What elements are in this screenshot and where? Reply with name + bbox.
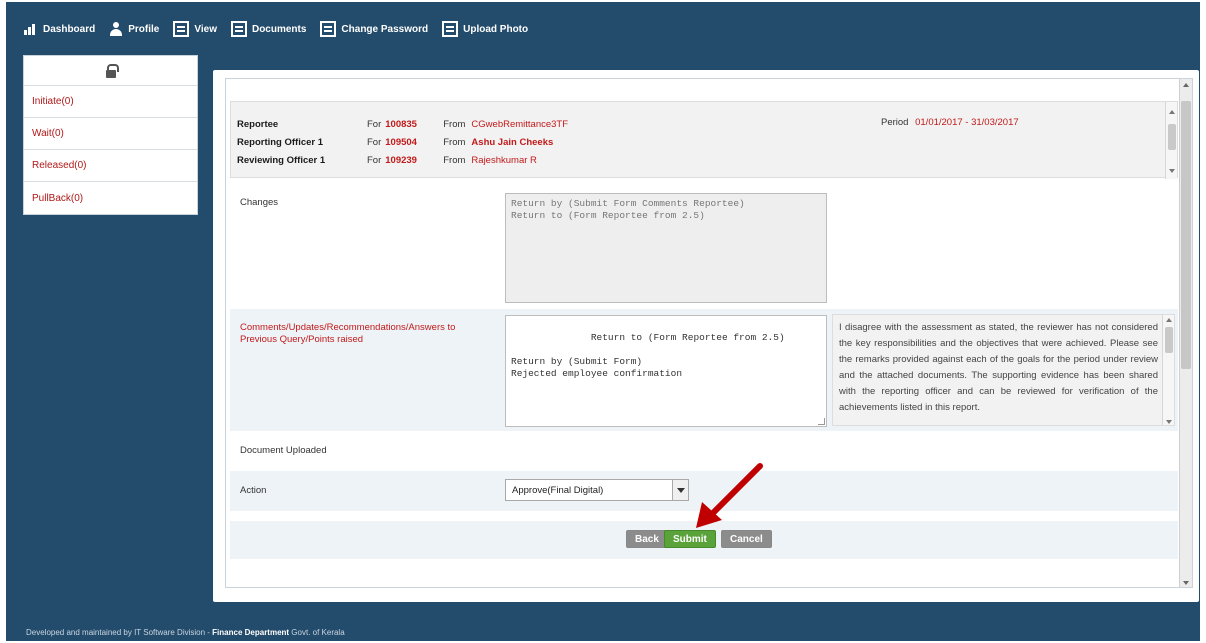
bar-chart-icon xyxy=(24,23,38,35)
reporting-officer-label: Reporting Officer 1 xyxy=(237,136,324,148)
footer-text: Developed and maintained by IT Software … xyxy=(26,628,213,637)
sidebar-item-pullback[interactable]: PullBack(0) xyxy=(24,182,197,214)
previous-remarks-box: I disagree with the assessment as stated… xyxy=(832,314,1175,426)
scroll-down-icon[interactable] xyxy=(1183,581,1189,585)
reviewing-officer-label: Reviewing Officer 1 xyxy=(237,154,326,166)
scroll-down-icon[interactable] xyxy=(1169,169,1175,173)
reportee-name: CGwebRemittance3TF xyxy=(471,118,569,130)
action-label: Action xyxy=(240,485,267,496)
for-label: For xyxy=(367,154,382,166)
action-select[interactable]: Approve(Final Digital) xyxy=(505,479,689,501)
nav-label: Upload Photo xyxy=(463,23,529,35)
app-shell: Dashboard Profile View Documents Change … xyxy=(6,2,1200,641)
reportee-code: 100835 xyxy=(385,118,417,130)
document-uploaded-label: Document Uploaded xyxy=(240,445,327,456)
reportee-info-box: Reportee For 100835 From CGwebRemittance… xyxy=(230,101,1178,179)
previous-remarks-text: I disagree with the assessment as stated… xyxy=(839,322,1158,413)
top-nav: Dashboard Profile View Documents Change … xyxy=(24,14,542,44)
period-value: 01/01/2017 - 31/03/2017 xyxy=(915,117,1019,128)
changes-row: Changes Return by (Submit Form Comments … xyxy=(230,183,1178,309)
sidebar-header xyxy=(24,56,197,86)
annotation-arrow-icon xyxy=(696,463,763,528)
main-scrollbar[interactable] xyxy=(1179,79,1192,587)
reporting-officer-code: 109504 xyxy=(385,136,417,148)
nav-label: Documents xyxy=(251,23,307,35)
person-icon xyxy=(109,22,123,36)
comments-row: Comments/Updates/Recommendations/Answers… xyxy=(230,309,1178,431)
scroll-up-icon[interactable] xyxy=(1183,83,1189,87)
page: Dashboard Profile View Documents Change … xyxy=(0,0,1206,643)
nav-profile[interactable]: Profile xyxy=(109,22,159,36)
reviewing-officer-row: Reviewing Officer 1 For 109239 From Raje… xyxy=(237,153,537,167)
comments-text: Return to (Form Reportee from 2.5) Retur… xyxy=(511,332,785,379)
nav-dashboard[interactable]: Dashboard xyxy=(24,23,95,35)
scroll-thumb[interactable] xyxy=(1181,101,1191,369)
comments-label: Comments/Updates/Recommendations/Answers… xyxy=(240,322,456,345)
from-label: From xyxy=(443,136,466,148)
reportee-label: Reportee xyxy=(237,118,279,130)
chevron-down-icon[interactable] xyxy=(672,480,688,500)
resize-grip-icon[interactable] xyxy=(818,418,825,425)
back-button[interactable]: Back xyxy=(626,530,668,548)
comments-textarea[interactable]: Return to (Form Reportee from 2.5) Retur… xyxy=(505,315,827,427)
footer: Developed and maintained by IT Software … xyxy=(26,628,345,637)
scroll-up-icon[interactable] xyxy=(1166,318,1172,322)
sidebar-item-released[interactable]: Released(0) xyxy=(24,150,197,182)
scroll-thumb[interactable] xyxy=(1168,124,1176,150)
document-icon xyxy=(173,21,190,37)
changes-label: Changes xyxy=(240,197,279,208)
period-label: Period xyxy=(881,117,909,128)
nav-upload-photo[interactable]: Upload Photo xyxy=(442,21,528,37)
sidebar-item-initiate[interactable]: Initiate(0) xyxy=(24,86,197,118)
nav-label: Change Password xyxy=(341,23,429,35)
footer-department: Finance Department xyxy=(212,628,290,637)
sidebar: Initiate(0) Wait(0) Released(0) PullBack… xyxy=(23,55,198,215)
scroll-down-icon[interactable] xyxy=(1166,420,1172,424)
cancel-button[interactable]: Cancel xyxy=(721,530,772,548)
reviewing-officer-name: Rajeshkumar R xyxy=(471,154,537,166)
sidebar-item-wait[interactable]: Wait(0) xyxy=(24,118,197,150)
info-scrollbar[interactable] xyxy=(1165,102,1177,179)
from-label: From xyxy=(443,154,466,166)
nav-label: Dashboard xyxy=(43,23,96,35)
reviewing-officer-code: 109239 xyxy=(385,154,417,166)
remarks-scrollbar[interactable] xyxy=(1162,315,1174,425)
nav-label: Profile xyxy=(128,23,160,35)
action-selected-value: Approve(Final Digital) xyxy=(512,485,604,496)
nav-change-password[interactable]: Change Password xyxy=(320,21,428,37)
period: Period 01/01/2017 - 31/03/2017 xyxy=(881,117,1019,128)
nav-documents[interactable]: Documents xyxy=(230,21,307,37)
footer-tail: Govt. of Kerala xyxy=(289,628,345,637)
document-icon xyxy=(320,21,337,37)
lock-icon xyxy=(105,63,119,78)
document-icon xyxy=(230,21,247,37)
submit-button[interactable]: Submit xyxy=(664,530,716,548)
reporting-officer-name: Ashu Jain Cheeks xyxy=(471,136,554,148)
for-label: For xyxy=(367,136,382,148)
scroll-up-icon[interactable] xyxy=(1169,110,1175,114)
scroll-thumb[interactable] xyxy=(1165,327,1173,353)
nav-label: View xyxy=(194,23,217,35)
document-icon xyxy=(442,21,459,37)
from-label: From xyxy=(443,118,466,130)
for-label: For xyxy=(367,118,382,130)
reportee-row: Reportee For 100835 From CGwebRemittance… xyxy=(237,117,568,131)
changes-textarea[interactable]: Return by (Submit Form Comments Reportee… xyxy=(505,193,827,303)
reporting-officer-row: Reporting Officer 1 For 109504 From Ashu… xyxy=(237,135,553,149)
nav-view[interactable]: View xyxy=(173,21,217,37)
